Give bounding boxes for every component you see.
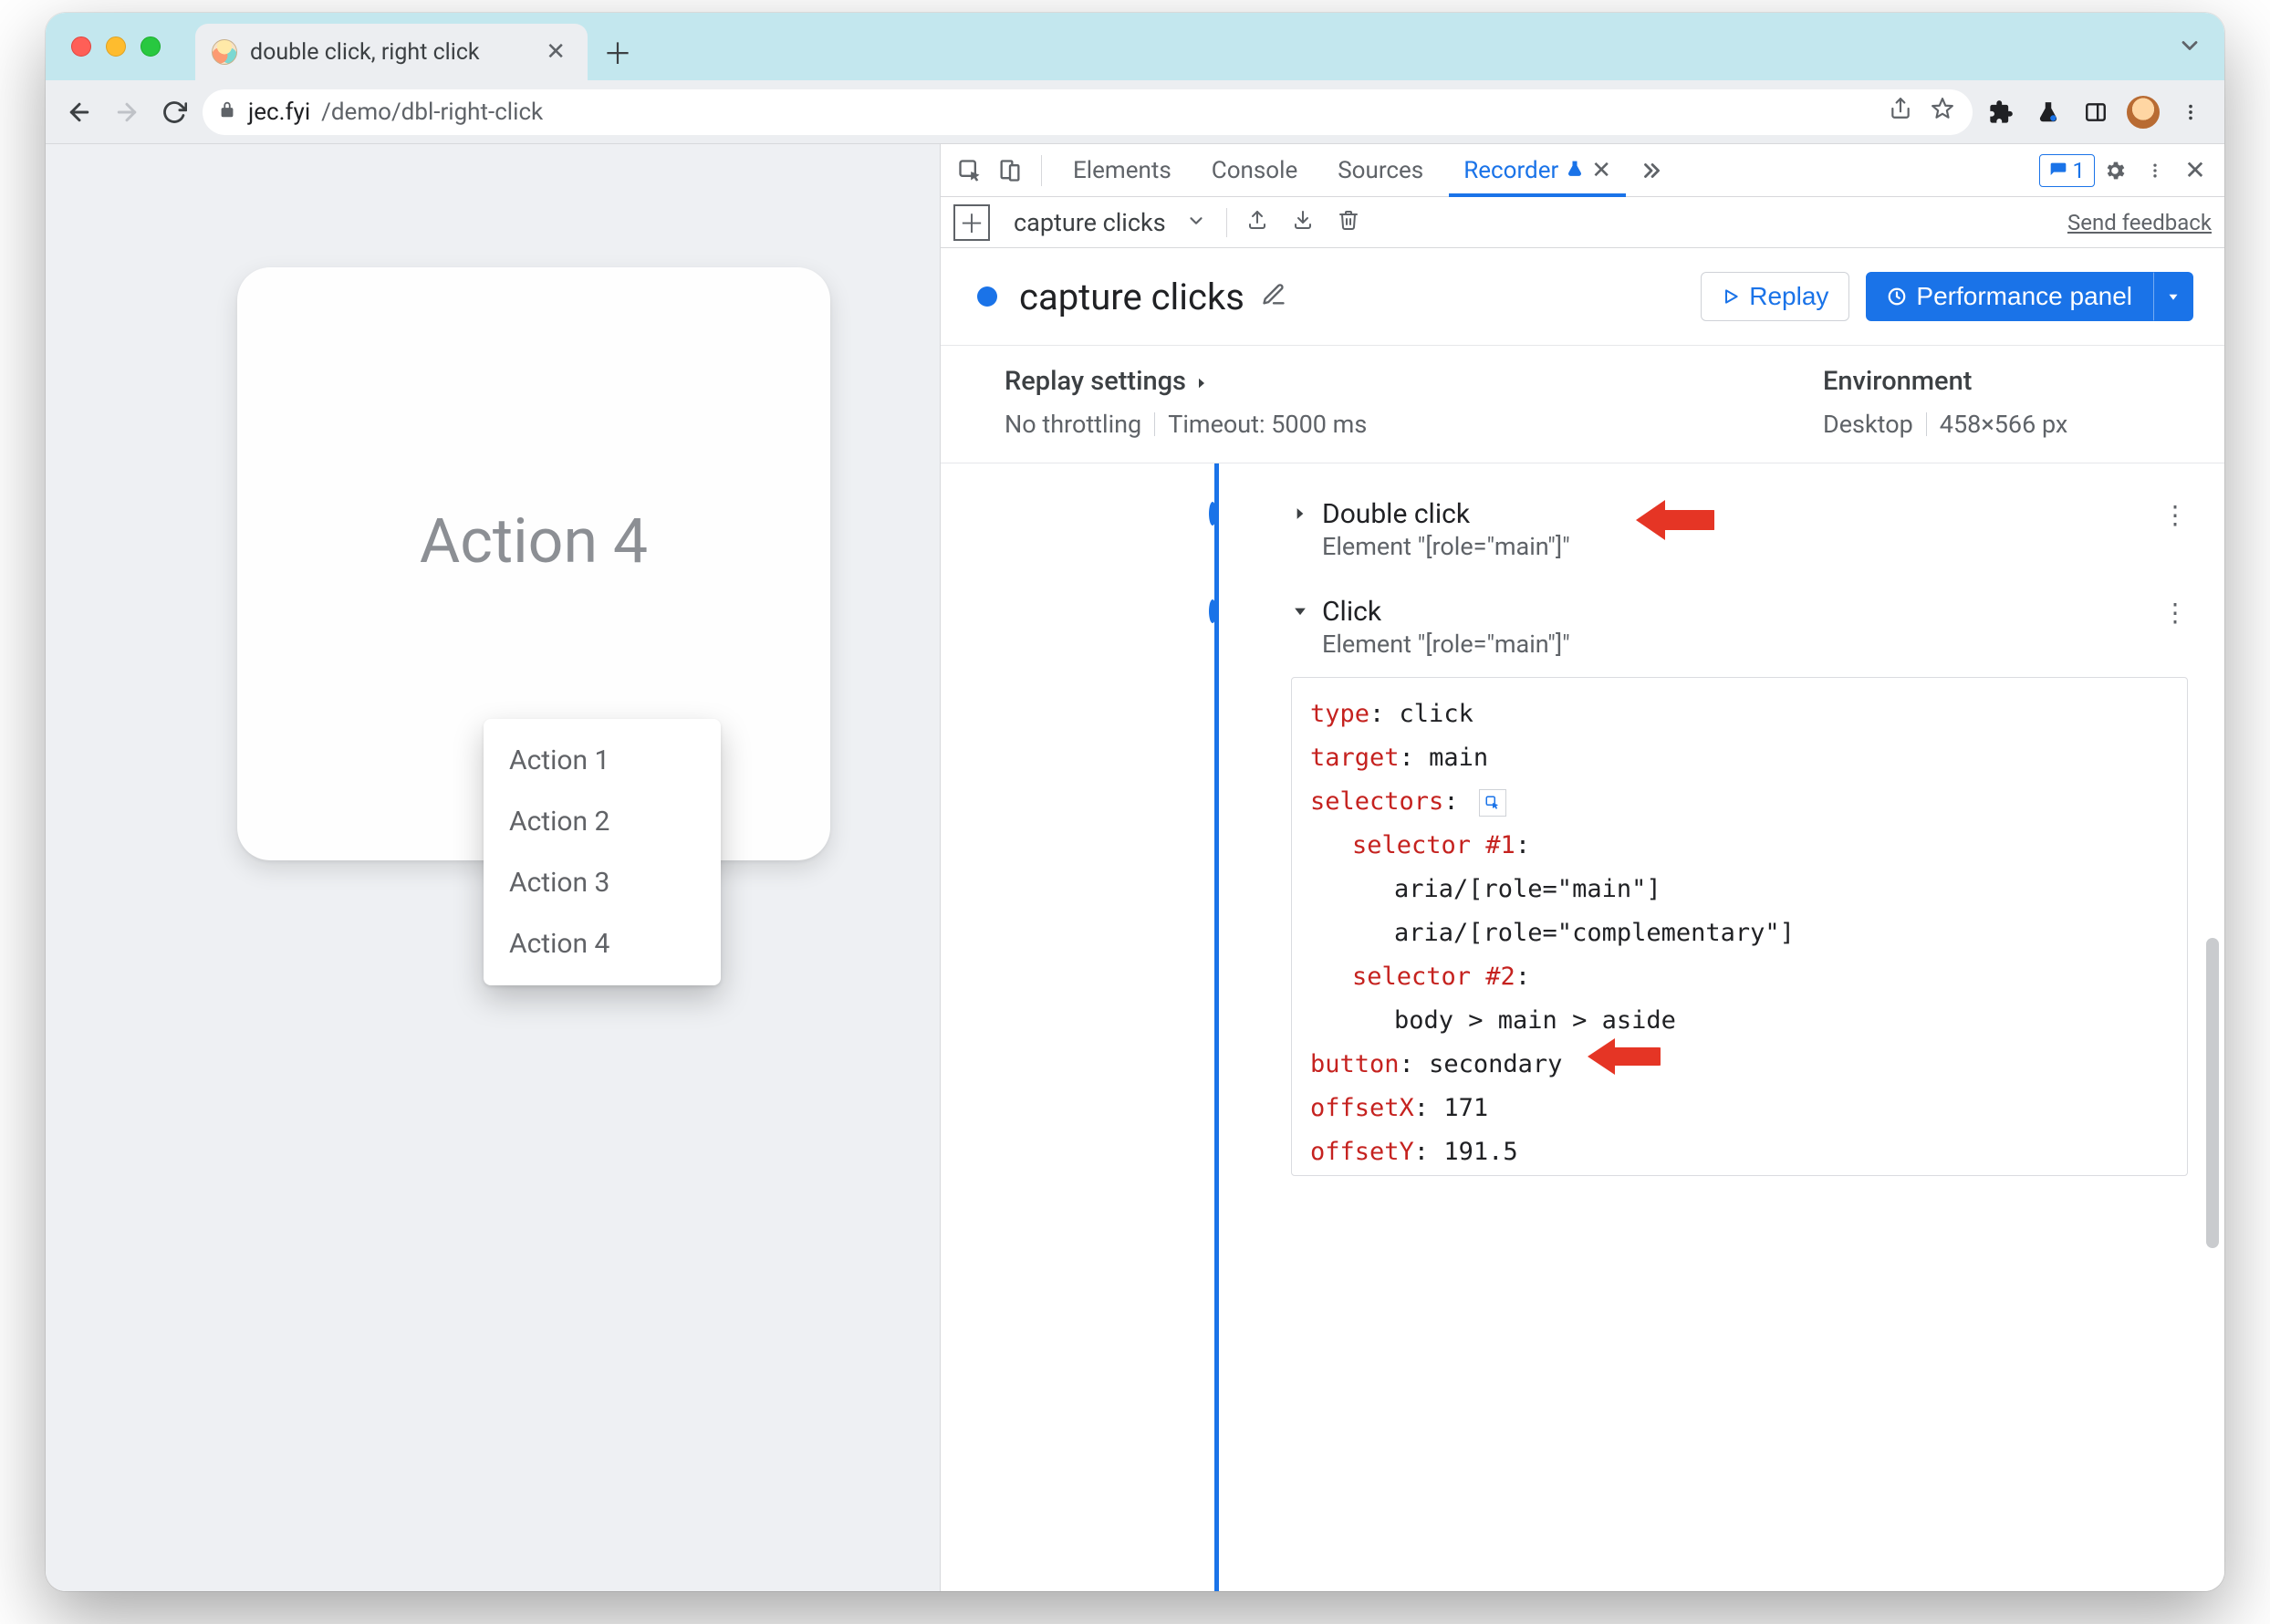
record-indicator-icon (977, 286, 997, 307)
step-details: type: click target: main selectors: sele… (1291, 677, 2188, 1176)
context-menu-item[interactable]: Action 4 (484, 913, 721, 974)
profile-avatar[interactable] (2124, 93, 2162, 131)
devtools-menu-button[interactable] (2135, 151, 2175, 191)
device-value: Desktop (1823, 410, 1913, 439)
step-subtitle: Element "[role="main"]" (1322, 532, 1570, 561)
environment-heading: Environment (1823, 366, 2188, 397)
scrollbar[interactable] (2206, 938, 2219, 1248)
more-tabs-button[interactable] (1631, 151, 1671, 191)
favicon-icon (212, 39, 237, 65)
bookmark-button[interactable] (1927, 97, 1958, 127)
close-tab-button[interactable]: ✕ (540, 36, 571, 68)
delete-button[interactable] (1333, 208, 1364, 237)
timeline-line (1214, 463, 1219, 1591)
labs-button[interactable] (2029, 93, 2067, 131)
devtools-tabstrip: Elements Console Sources Recorder ✕ 1 (941, 144, 2224, 197)
recording-selector[interactable]: capture clicks (1014, 208, 1166, 237)
step-menu-button[interactable]: ⋮ (2162, 598, 2188, 628)
step-menu-button[interactable]: ⋮ (2162, 500, 2188, 530)
timeout-value: Timeout: 5000 ms (1168, 410, 1367, 439)
minimize-window-button[interactable] (106, 36, 126, 57)
new-tab-button[interactable]: ＋ (595, 29, 640, 75)
step-title: Double click (1322, 498, 1570, 530)
annotation-arrow-icon (1632, 491, 1714, 549)
tabs-overflow-button[interactable] (2177, 33, 2202, 62)
page-content[interactable]: Action 4 Action 1 Action 2 Action 3 Acti… (46, 144, 940, 1591)
browser-menu-button[interactable] (2171, 93, 2210, 131)
viewport-value: 458×566 px (1940, 410, 2068, 439)
replay-button[interactable]: Replay (1701, 272, 1849, 321)
export-button[interactable] (1242, 208, 1273, 237)
lock-icon (217, 99, 237, 125)
url-host: jec.fyi (248, 99, 310, 126)
context-menu-item[interactable]: Action 2 (484, 791, 721, 852)
element-picker-icon[interactable] (1479, 789, 1506, 817)
throttling-value: No throttling (1005, 410, 1141, 439)
chevron-down-icon[interactable] (1181, 208, 1212, 237)
issues-chip[interactable]: 1 (2039, 154, 2096, 187)
expand-toggle[interactable] (1291, 500, 1309, 529)
tab-title: double click, right click (250, 39, 480, 66)
close-tab-icon[interactable]: ✕ (1591, 157, 1611, 184)
titlebar: double click, right click ✕ ＋ (46, 13, 2224, 80)
tab-sources[interactable]: Sources (1317, 144, 1443, 196)
tab-console[interactable]: Console (1192, 144, 1317, 196)
step-click[interactable]: Click Element "[role="main"]" ⋮ type: cl… (1240, 581, 2188, 1196)
extensions-button[interactable] (1982, 93, 2020, 131)
step-title: Click (1322, 596, 1570, 628)
device-toolbar-button[interactable] (990, 151, 1030, 191)
context-menu-item[interactable]: Action 3 (484, 852, 721, 913)
tab-recorder[interactable]: Recorder ✕ (1443, 144, 1631, 196)
toolbar: jec.fyi/demo/dbl-right-click (46, 80, 2224, 144)
new-recording-button[interactable]: ＋ (953, 204, 990, 241)
edit-title-button[interactable] (1261, 282, 1286, 311)
maximize-window-button[interactable] (141, 36, 161, 57)
import-button[interactable] (1287, 208, 1318, 237)
step-subtitle: Element "[role="main"]" (1322, 630, 1570, 659)
performance-panel-button[interactable]: Performance panel (1866, 272, 2153, 321)
reload-button[interactable] (155, 93, 193, 131)
back-button[interactable] (60, 93, 99, 131)
step-double-click[interactable]: Double click Element "[role="main"]" ⋮ (1240, 484, 2188, 581)
close-window-button[interactable] (71, 36, 91, 57)
annotation-arrow-icon (1584, 1030, 1661, 1083)
inspect-element-button[interactable] (950, 151, 990, 191)
replay-settings: Replay settings No throttling Timeout: 5… (941, 346, 2224, 463)
devtools-settings-button[interactable] (2095, 151, 2135, 191)
tab-elements[interactable]: Elements (1053, 144, 1192, 196)
url-path: /demo/dbl-right-click (321, 99, 543, 126)
devtools-panel: Elements Console Sources Recorder ✕ 1 (940, 144, 2224, 1591)
context-menu: Action 1 Action 2 Action 3 Action 4 (484, 719, 721, 985)
performance-panel-caret[interactable] (2153, 272, 2193, 321)
demo-card-title: Action 4 (420, 505, 648, 578)
window-controls (71, 36, 161, 57)
recording-header: capture clicks Replay Performance panel (941, 248, 2224, 346)
share-button[interactable] (1885, 97, 1916, 127)
close-devtools-button[interactable]: ✕ (2175, 151, 2215, 191)
recording-title: capture clicks (1019, 276, 1244, 318)
side-panel-button[interactable] (2077, 93, 2115, 131)
step-list: Double click Element "[role="main"]" ⋮ (941, 463, 2224, 1591)
flask-icon (1566, 157, 1584, 184)
chevron-right-icon (1193, 368, 1210, 399)
recorder-toolbar: ＋ capture clicks S (941, 197, 2224, 248)
replay-settings-heading[interactable]: Replay settings (1005, 366, 1823, 397)
browser-tab[interactable]: double click, right click ✕ (195, 24, 588, 80)
context-menu-item[interactable]: Action 1 (484, 730, 721, 791)
send-feedback-link[interactable]: Send feedback (2067, 210, 2212, 235)
forward-button[interactable] (108, 93, 146, 131)
expand-toggle[interactable] (1291, 598, 1309, 627)
address-bar[interactable]: jec.fyi/demo/dbl-right-click (203, 89, 1973, 135)
